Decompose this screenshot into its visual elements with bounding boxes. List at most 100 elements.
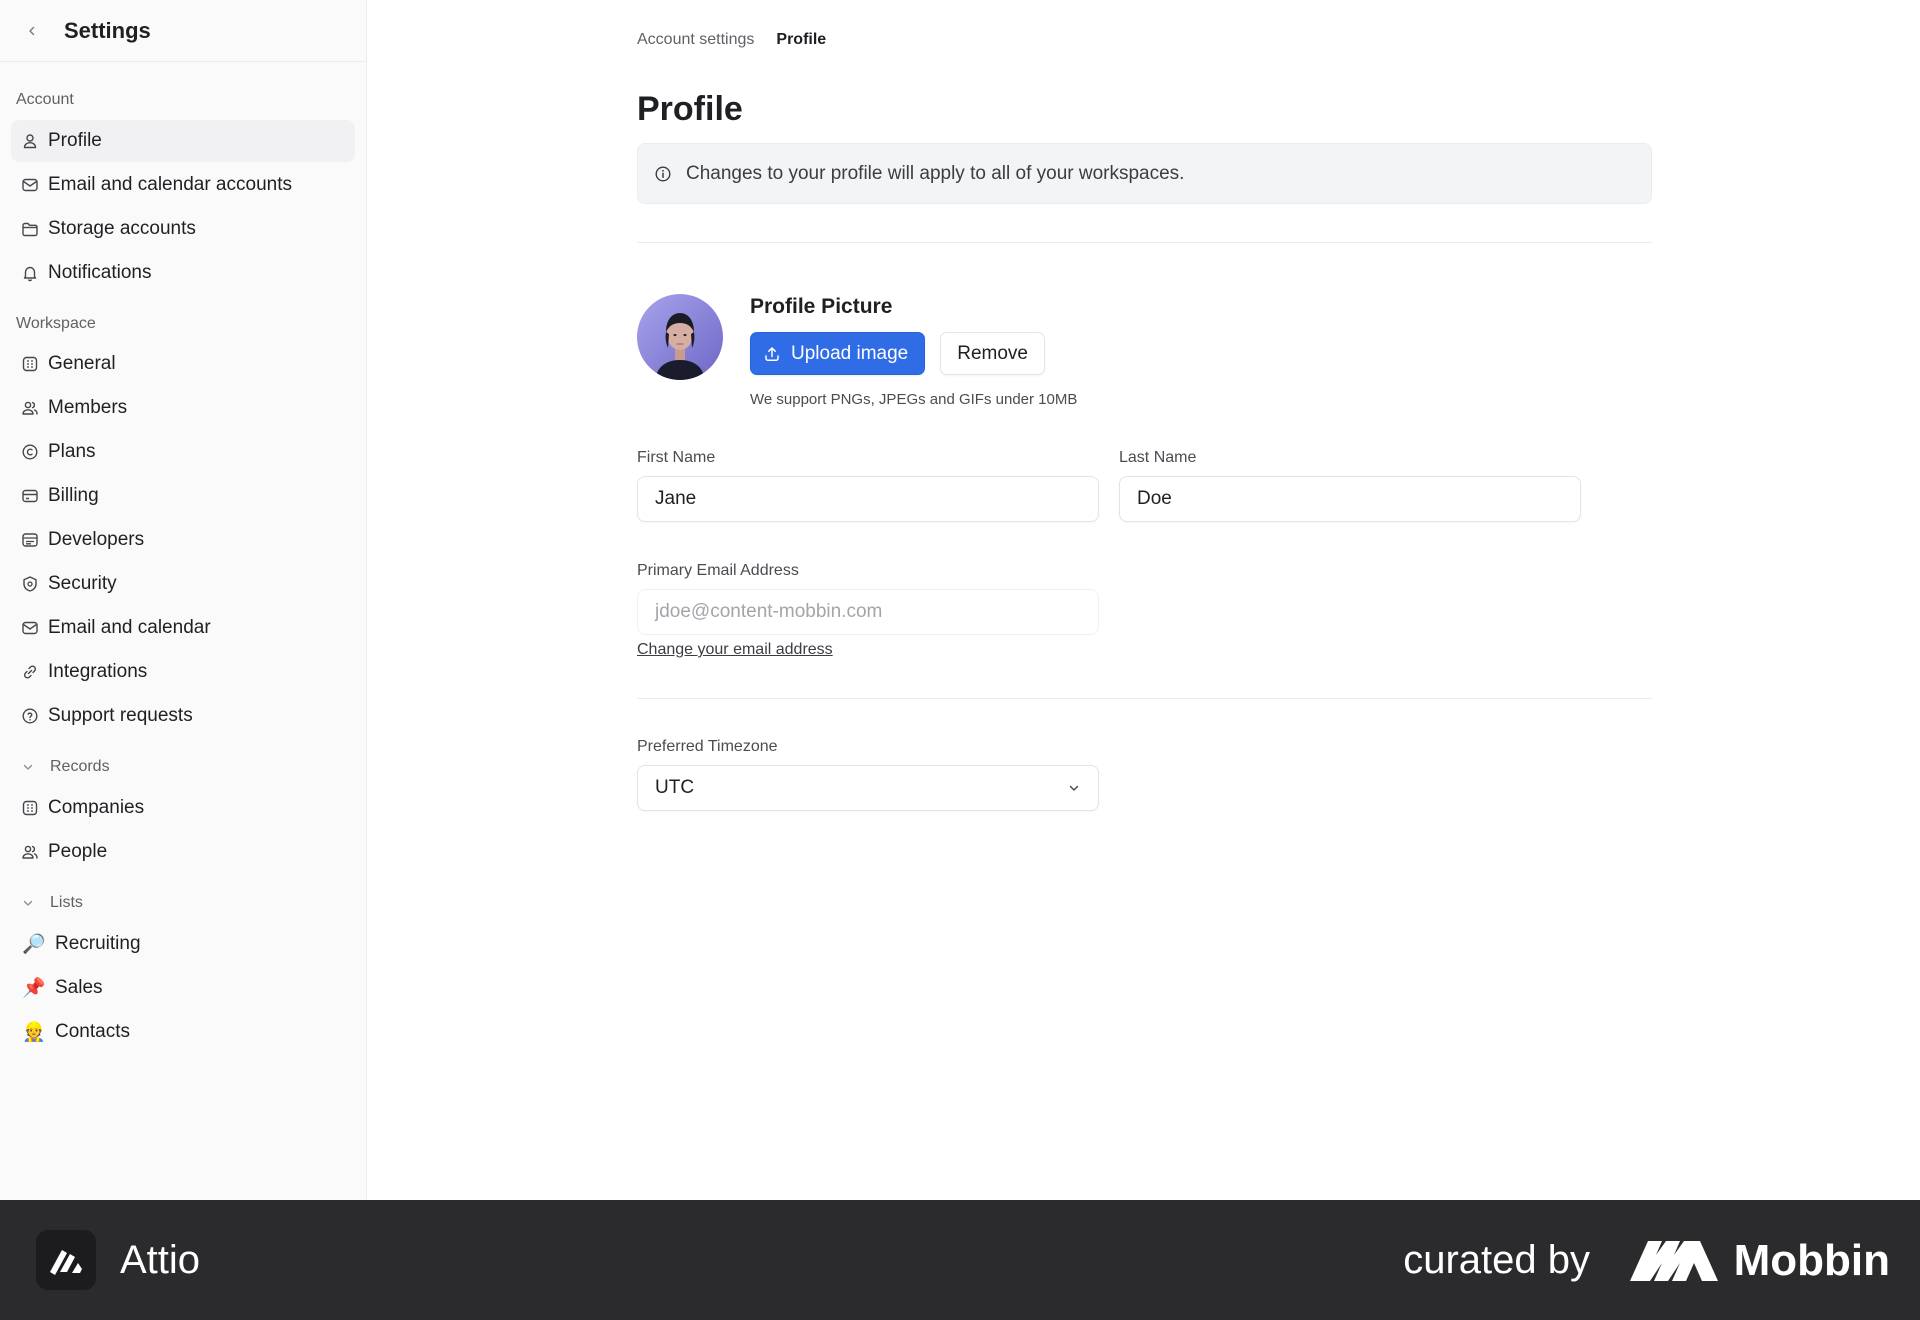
sidebar-item-label: Billing xyxy=(48,485,99,506)
sidebar-item-label: Sales xyxy=(55,977,103,998)
info-banner: Changes to your profile will apply to al… xyxy=(637,143,1652,204)
sidebar-item-label: Notifications xyxy=(48,262,152,283)
sidebar-header: Settings xyxy=(0,0,366,62)
profile-picture-buttons: Upload image Remove xyxy=(750,332,1077,375)
folder-icon xyxy=(21,220,39,238)
timezone-field: Preferred Timezone UTC xyxy=(637,737,1652,811)
profile-settings-main: Account settings Profile Profile Changes… xyxy=(637,0,1652,811)
sidebar-item-profile[interactable]: Profile xyxy=(11,120,355,162)
worker-emoji-icon: 👷 xyxy=(22,1022,46,1043)
help-circle-icon xyxy=(21,707,39,725)
first-name-label: First Name xyxy=(637,449,716,466)
upload-image-button[interactable]: Upload image xyxy=(750,332,926,375)
page-title: Profile xyxy=(637,90,743,128)
sidebar-item-label: Email and calendar accounts xyxy=(48,174,292,195)
profile-picture-section: Profile Picture Upload image Remove We s… xyxy=(637,294,1652,408)
sidebar-item-storage-accounts[interactable]: Storage accounts xyxy=(11,208,355,250)
chevron-down-icon xyxy=(1067,781,1081,795)
sidebar-item-sales[interactable]: 📌 Sales xyxy=(11,967,355,1009)
attio-app-name: Attio xyxy=(120,1237,201,1282)
sidebar-item-people[interactable]: People xyxy=(11,831,355,873)
profile-picture-title: Profile Picture xyxy=(750,295,893,318)
code-window-icon xyxy=(21,531,39,549)
info-banner-text: Changes to your profile will apply to al… xyxy=(686,162,1185,184)
sidebar-item-email-calendar-accounts[interactable]: Email and calendar accounts xyxy=(11,164,355,206)
chevron-down-icon xyxy=(22,760,36,774)
mobbin-brand: Mobbin xyxy=(1629,1236,1890,1286)
divider xyxy=(637,242,1652,243)
change-email-link[interactable]: Change your email address xyxy=(637,641,833,659)
sidebar-item-label: Support requests xyxy=(48,705,193,726)
plan-icon xyxy=(21,443,39,461)
breadcrumb-parent-link[interactable]: Account settings xyxy=(637,31,754,49)
magnifier-emoji-icon: 🔎 xyxy=(22,934,46,955)
sidebar-item-label: Email and calendar xyxy=(48,617,211,638)
sidebar-item-label: Companies xyxy=(48,797,145,818)
sidebar-item-label: Security xyxy=(48,573,117,594)
name-fields-row: First Name Jane Last Name Doe xyxy=(637,448,1652,522)
timezone-label: Preferred Timezone xyxy=(637,738,778,755)
divider xyxy=(637,698,1652,699)
sidebar-item-members[interactable]: Members xyxy=(11,387,355,429)
remove-image-button[interactable]: Remove xyxy=(940,332,1045,375)
sidebar-item-label: Recruiting xyxy=(55,933,141,954)
records-group-label: Records xyxy=(50,758,110,775)
sidebar-item-billing[interactable]: Billing xyxy=(11,475,355,517)
mail-icon xyxy=(21,619,39,637)
sidebar-item-security[interactable]: Security xyxy=(11,563,355,605)
sidebar-item-support-requests[interactable]: Support requests xyxy=(11,695,355,737)
sidebar-item-label: Plans xyxy=(48,441,96,462)
first-name-field: First Name Jane xyxy=(637,448,1099,522)
settings-sidebar: Settings Account Profile Email and calen… xyxy=(0,0,367,1200)
user-icon xyxy=(21,132,39,150)
sidebar-item-email-calendar[interactable]: Email and calendar xyxy=(11,607,355,649)
avatar xyxy=(637,294,723,380)
sidebar-item-label: Contacts xyxy=(55,1021,130,1042)
sidebar-item-label: People xyxy=(48,841,108,862)
sidebar-item-label: Developers xyxy=(48,529,145,550)
mobbin-logo-icon xyxy=(1629,1239,1718,1283)
breadcrumb-current: Profile xyxy=(776,31,827,48)
last-name-input[interactable]: Doe xyxy=(1119,476,1581,522)
sidebar-item-integrations[interactable]: Integrations xyxy=(11,651,355,693)
upload-icon xyxy=(763,345,781,363)
section-label-account: Account xyxy=(16,91,74,108)
email-label: Primary Email Address xyxy=(637,562,799,579)
sidebar-item-developers[interactable]: Developers xyxy=(11,519,355,561)
lists-group-label: Lists xyxy=(50,894,83,911)
chevron-down-icon xyxy=(22,896,36,910)
mail-icon xyxy=(21,176,39,194)
breadcrumb: Account settings Profile xyxy=(637,29,1652,51)
lists-group-toggle[interactable]: Lists xyxy=(0,891,366,915)
info-icon xyxy=(654,165,672,183)
records-group-toggle[interactable]: Records xyxy=(0,755,366,779)
back-chevron-icon[interactable] xyxy=(24,23,40,39)
sidebar-item-label: Storage accounts xyxy=(48,218,196,239)
sidebar-item-plans[interactable]: Plans xyxy=(11,431,355,473)
sidebar-item-notifications[interactable]: Notifications xyxy=(11,252,355,294)
link-icon xyxy=(21,663,39,681)
building-icon xyxy=(21,799,39,817)
sidebar-item-recruiting[interactable]: 🔎 Recruiting xyxy=(11,923,355,965)
sidebar-item-label: Members xyxy=(48,397,128,418)
sidebar-item-general[interactable]: General xyxy=(11,343,355,385)
sidebar-item-companies[interactable]: Companies xyxy=(11,787,355,829)
curated-by-text: curated by xyxy=(1403,1238,1590,1282)
shield-icon xyxy=(21,575,39,593)
attio-logo-icon xyxy=(36,1230,96,1290)
first-name-input[interactable]: Jane xyxy=(637,476,1099,522)
sidebar-item-contacts[interactable]: 👷 Contacts xyxy=(11,1011,355,1053)
sidebar-item-label: Integrations xyxy=(48,661,148,682)
picture-format-hint: We support PNGs, JPEGs and GIFs under 10… xyxy=(750,391,1078,408)
timezone-select[interactable]: UTC xyxy=(637,765,1099,811)
users-icon xyxy=(21,843,39,861)
email-field: Primary Email Address jdoe@content-mobbi… xyxy=(637,561,1652,659)
sidebar-item-label: General xyxy=(48,353,116,374)
footer-banner: Attio curated by Mobbin xyxy=(0,1200,1920,1320)
section-label-workspace: Workspace xyxy=(16,315,96,332)
pushpin-emoji-icon: 📌 xyxy=(22,978,46,999)
upload-image-label: Upload image xyxy=(791,342,909,364)
sidebar-item-label: Profile xyxy=(48,130,102,151)
profile-picture-controls: Profile Picture Upload image Remove We s… xyxy=(750,294,1077,408)
last-name-field: Last Name Doe xyxy=(1119,448,1581,522)
